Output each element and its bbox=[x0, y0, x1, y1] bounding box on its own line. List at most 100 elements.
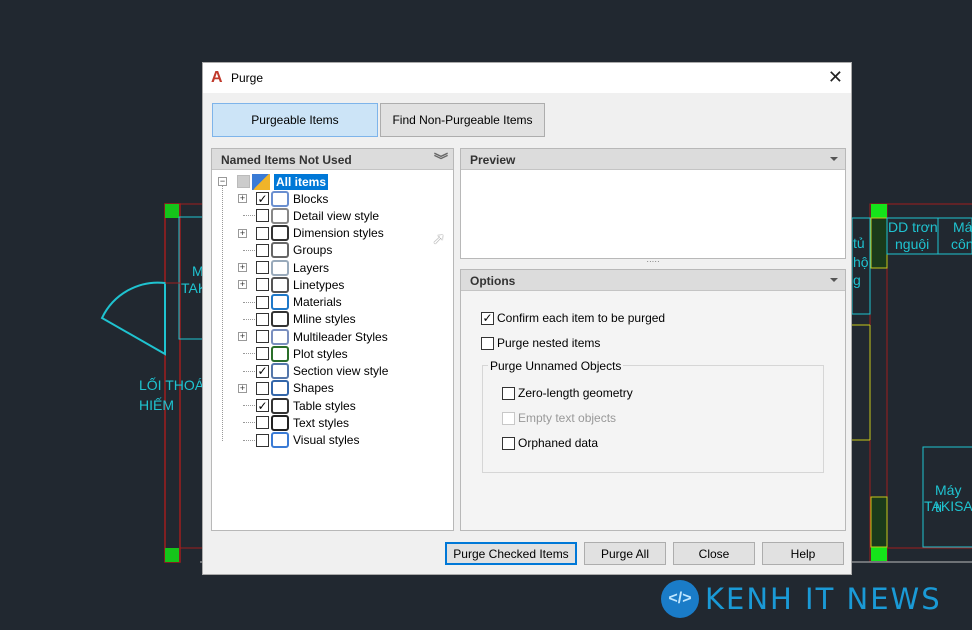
text-styles-icon bbox=[271, 414, 289, 431]
expand-toggle[interactable]: + bbox=[238, 228, 247, 238]
close-icon[interactable]: ✕ bbox=[828, 67, 843, 88]
close-button[interactable]: Close bbox=[673, 542, 755, 565]
tree-item[interactable]: Materials bbox=[256, 294, 342, 311]
tree-item-label: Plot styles bbox=[293, 346, 348, 361]
expand-toggle[interactable]: + bbox=[238, 332, 247, 341]
mline-icon bbox=[271, 311, 289, 328]
group-label: Purge Unnamed Objects bbox=[488, 359, 624, 373]
tree-connector bbox=[243, 370, 255, 372]
tree-header-label: Named Items Not Used bbox=[221, 153, 352, 167]
nested-checkbox[interactable]: Purge nested items bbox=[481, 336, 600, 350]
checkbox[interactable] bbox=[256, 330, 269, 343]
chevron-down-icon bbox=[830, 157, 838, 161]
expand-toggle[interactable]: + bbox=[238, 194, 247, 203]
cad-label: tủ bbox=[853, 235, 865, 251]
orphaned-checkbox[interactable]: Orphaned data bbox=[502, 436, 598, 450]
option-label: Purge nested items bbox=[497, 336, 601, 350]
tree-item[interactable]: Plot styles bbox=[256, 345, 348, 362]
help-button[interactable]: Help bbox=[762, 542, 844, 565]
tree-item-label: Visual styles bbox=[293, 433, 360, 447]
checkbox[interactable] bbox=[256, 295, 269, 309]
code-icon: </> bbox=[661, 580, 699, 618]
checkbox-box[interactable] bbox=[502, 386, 515, 400]
tree-item[interactable]: Linetypes bbox=[256, 276, 344, 293]
cad-label: TAKISA bbox=[924, 498, 972, 514]
tree-item[interactable]: Dimension styles bbox=[256, 225, 384, 242]
expand-toggle[interactable]: + bbox=[238, 263, 247, 272]
options-header[interactable]: Options bbox=[461, 270, 845, 291]
tree-item[interactable]: Detail view style bbox=[256, 207, 379, 224]
checkbox[interactable] bbox=[256, 416, 269, 430]
purge-checked-button[interactable]: Purge Checked Items bbox=[445, 542, 577, 565]
option-label: Zero-length geometry bbox=[518, 386, 633, 400]
tree-connector bbox=[243, 405, 255, 406]
expand-toggle[interactable]: + bbox=[238, 383, 247, 393]
checkbox[interactable] bbox=[256, 226, 269, 240]
cad-label: nguội bbox=[895, 236, 930, 252]
options-header-label: Options bbox=[470, 274, 516, 288]
tree-item[interactable]: Layers bbox=[256, 259, 329, 276]
tree-item-label: Section view style bbox=[293, 364, 389, 378]
tree-connector bbox=[243, 353, 255, 355]
tree-item-label: Materials bbox=[293, 295, 342, 309]
checkbox[interactable] bbox=[256, 312, 269, 326]
preview-header[interactable]: Preview bbox=[461, 149, 845, 170]
plot-styles-icon bbox=[271, 345, 289, 362]
checkbox-box[interactable]: ✓ bbox=[481, 311, 494, 325]
checkbox[interactable]: ✓ bbox=[256, 192, 269, 205]
checkbox-box[interactable] bbox=[502, 411, 515, 425]
checkbox-box[interactable] bbox=[481, 336, 494, 350]
chevron-down-icon bbox=[830, 278, 838, 282]
collapse-chevron-icon[interactable]: ︾ bbox=[434, 150, 448, 170]
checkbox[interactable] bbox=[256, 278, 269, 292]
tree-item-label: Multileader Styles bbox=[293, 329, 388, 344]
tree-item[interactable]: Groups bbox=[256, 242, 332, 259]
zero-length-checkbox[interactable]: Zero-length geometry bbox=[502, 386, 633, 400]
tree-item[interactable]: Mline styles bbox=[256, 311, 356, 328]
expand-toggle[interactable]: + bbox=[238, 280, 247, 290]
option-label: Empty text objects bbox=[518, 411, 617, 425]
checkbox[interactable] bbox=[256, 261, 269, 274]
checkbox[interactable] bbox=[256, 209, 269, 223]
purge-all-button[interactable]: Purge All bbox=[584, 542, 666, 565]
tree-item[interactable]: Text styles bbox=[256, 414, 349, 431]
checkbox[interactable] bbox=[256, 433, 269, 447]
checkbox[interactable]: ✓ bbox=[256, 364, 269, 378]
dialog-title: Purge bbox=[231, 71, 264, 85]
groups-icon bbox=[271, 242, 289, 259]
checkbox-box[interactable] bbox=[502, 436, 515, 450]
mouse-cursor-icon: ➚ bbox=[432, 231, 446, 248]
tree-item[interactable]: Shapes bbox=[256, 380, 334, 397]
tree-header: Named Items Not Used ︾ bbox=[212, 149, 453, 170]
checkbox[interactable] bbox=[256, 347, 269, 361]
tree-item-label: Linetypes bbox=[293, 277, 345, 292]
tree-view[interactable]: − All items + ✓ Blocks Detail view style + Di… bbox=[212, 172, 453, 530]
tab-find-non-purgeable[interactable]: Find Non-Purgeable Items bbox=[380, 103, 545, 137]
tree-item-all[interactable]: All items bbox=[237, 173, 329, 190]
tree-item[interactable]: Visual styles bbox=[256, 432, 359, 449]
collapse-toggle[interactable]: − bbox=[218, 177, 227, 186]
splitter-handle[interactable]: ····· bbox=[460, 258, 846, 269]
tab-purgeable-items[interactable]: Purgeable Items bbox=[212, 103, 378, 137]
preview-panel: Preview bbox=[460, 148, 846, 259]
cad-label: hộ bbox=[853, 254, 869, 270]
visual-styles-icon bbox=[271, 432, 289, 448]
confirm-checkbox[interactable]: ✓ Confirm each item to be purged bbox=[481, 311, 665, 325]
tree-item[interactable]: ✓ Table styles bbox=[256, 397, 356, 414]
cad-label: LỐI THOÁ bbox=[139, 377, 205, 393]
tree-item-label: Blocks bbox=[293, 191, 329, 206]
tree-item[interactable]: ✓ Blocks bbox=[256, 190, 328, 207]
tree-item[interactable]: Multileader Styles bbox=[256, 328, 388, 345]
checkbox[interactable] bbox=[256, 243, 269, 257]
checkbox[interactable]: ✓ bbox=[256, 399, 269, 412]
tree-item-label: Dimension styles bbox=[293, 226, 384, 240]
tree-item[interactable]: ✓ Section view style bbox=[256, 363, 388, 380]
purge-dialog: A Purge ✕ Purgeable Items Find Non-Purge… bbox=[202, 62, 852, 575]
checkbox[interactable] bbox=[256, 381, 269, 395]
checkbox[interactable] bbox=[237, 175, 250, 188]
cad-label: g bbox=[853, 272, 861, 288]
tree-connector bbox=[243, 439, 255, 441]
section-view-icon bbox=[271, 363, 289, 379]
materials-icon bbox=[271, 294, 289, 310]
cad-label: côn bbox=[951, 236, 972, 252]
